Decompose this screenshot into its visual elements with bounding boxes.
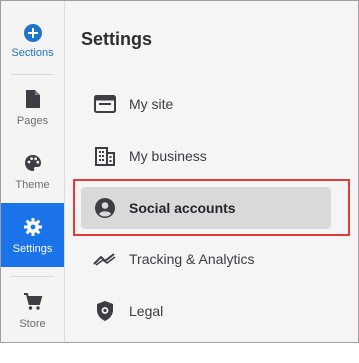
rail-item-settings[interactable]: Settings [1, 203, 64, 267]
settings-item-label: My business [129, 148, 207, 164]
page-icon [25, 89, 41, 109]
cart-icon [23, 292, 43, 312]
settings-item-my-site[interactable]: My site [93, 87, 323, 121]
highlight-box [73, 179, 350, 236]
rail-label: Theme [15, 179, 50, 191]
rail-label: Pages [16, 115, 49, 127]
building-icon [93, 144, 117, 168]
palette-icon [23, 153, 43, 173]
settings-item-legal[interactable]: Legal [93, 294, 323, 328]
settings-item-my-business[interactable]: My business [93, 139, 323, 173]
add-circle-icon [23, 23, 43, 43]
rail-divider [11, 276, 54, 277]
left-rail: Sections Pages Theme Settings Store [1, 1, 65, 342]
shield-icon [93, 299, 117, 323]
rail-item-pages[interactable]: Pages [1, 75, 64, 139]
settings-item-label: My site [129, 96, 174, 112]
rail-item-sections[interactable]: Sections [1, 1, 64, 65]
trend-icon [93, 247, 117, 271]
rail-item-store[interactable]: Store [1, 278, 64, 342]
gear-icon [23, 217, 43, 237]
settings-item-label: Tracking & Analytics [129, 251, 255, 267]
rail-label: Settings [12, 243, 53, 255]
panel-title: Settings [81, 29, 153, 49]
settings-item-tracking-analytics[interactable]: Tracking & Analytics [93, 242, 323, 276]
settings-panel: Settings My site My business Social acco… [65, 1, 358, 342]
settings-item-label: Legal [129, 303, 164, 319]
browser-window-icon [93, 92, 117, 116]
rail-item-theme[interactable]: Theme [1, 139, 64, 203]
app-frame: Sections Pages Theme Settings Store Sett… [0, 0, 359, 343]
rail-label: Store [19, 318, 46, 330]
rail-label: Sections [11, 47, 54, 59]
